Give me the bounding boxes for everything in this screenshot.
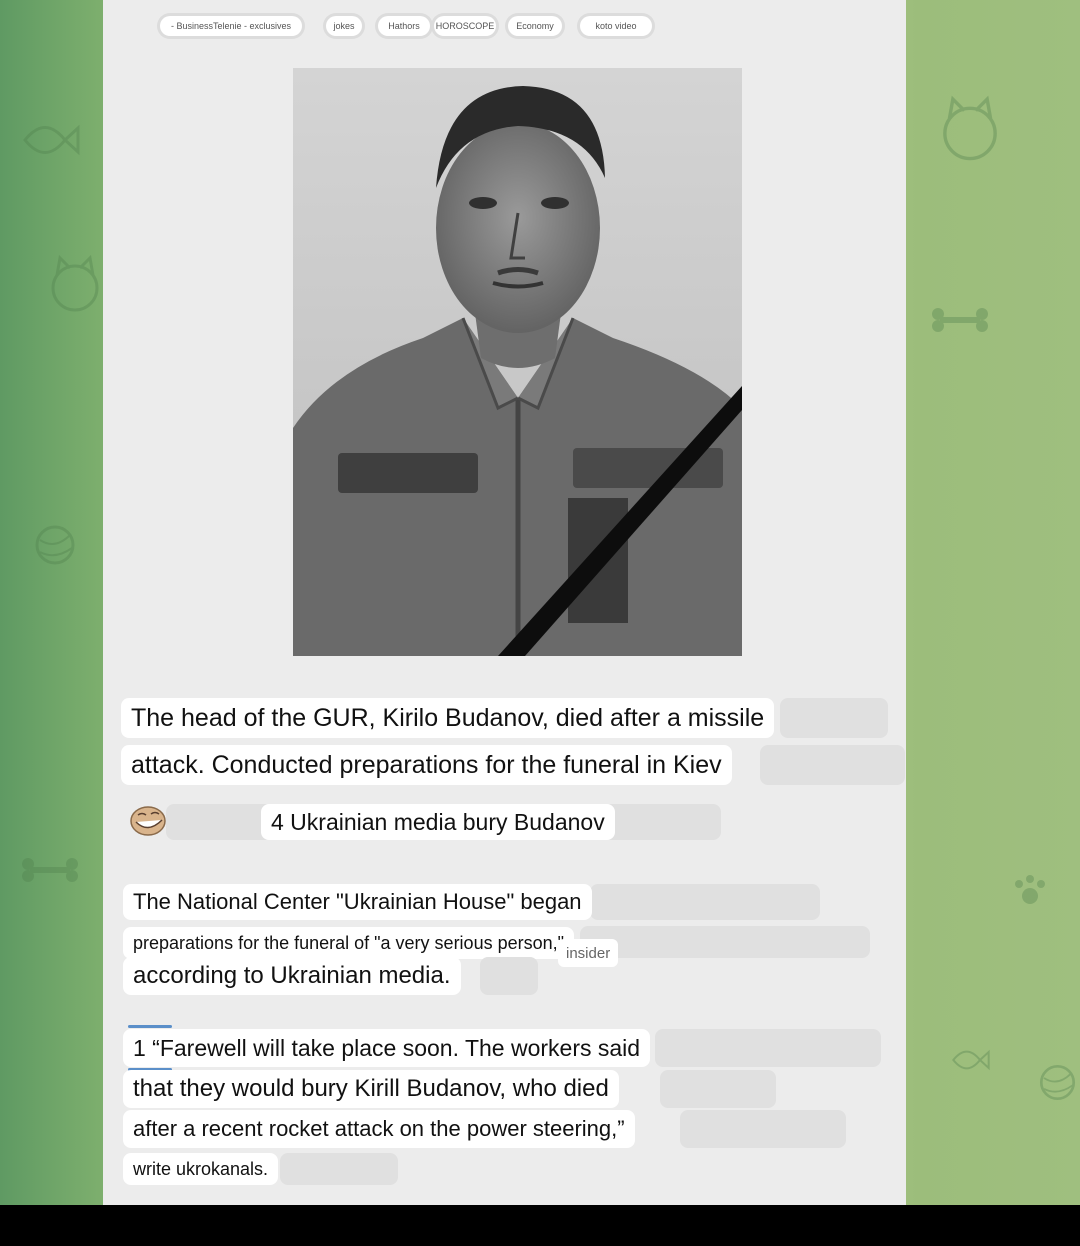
paragraph-1-line-3: according to Ukrainian media. bbox=[123, 957, 461, 995]
yarn-doodle-icon bbox=[1039, 1064, 1076, 1101]
bubble-shadow bbox=[655, 1029, 881, 1067]
fish-doodle-icon bbox=[952, 1049, 990, 1071]
headline-line-2: attack. Conducted preparations for the f… bbox=[121, 745, 732, 785]
yarn-doodle-icon bbox=[35, 525, 75, 565]
headline-line-1: The head of the GUR, Kirilo Budanov, die… bbox=[121, 698, 775, 738]
bubble-shadow bbox=[760, 745, 905, 785]
quote-line-4: write ukrokanals. bbox=[123, 1153, 279, 1185]
tab-hathors[interactable]: Hathors bbox=[378, 16, 430, 36]
paragraph-1-line-2: preparations for the funeral of "a very … bbox=[123, 927, 575, 959]
cat-doodle-icon bbox=[51, 254, 99, 312]
tab-jokes[interactable]: jokes bbox=[326, 16, 362, 36]
troll-face-icon bbox=[130, 806, 166, 836]
tab-businesstelenie[interactable]: - BusinessTelenie - exclusives bbox=[160, 16, 302, 36]
quote-marker bbox=[128, 1025, 172, 1028]
channel-folder-tabs: - BusinessTelenie - exclusives jokes Hat… bbox=[130, 14, 670, 38]
bubble-shadow bbox=[590, 884, 820, 920]
bubble-shadow bbox=[480, 957, 538, 995]
paw-doodle-icon bbox=[1015, 875, 1045, 904]
bubble-shadow bbox=[660, 1070, 776, 1108]
portrait-image bbox=[293, 68, 742, 656]
bone-doodle-icon bbox=[932, 308, 988, 332]
cat-doodle-icon bbox=[943, 95, 997, 161]
tab-koto-video[interactable]: koto video bbox=[580, 16, 652, 36]
bubble-shadow bbox=[580, 926, 870, 958]
quote-line-2: that they would bury Kirill Budanov, who… bbox=[123, 1070, 619, 1108]
bubble-shadow bbox=[780, 698, 888, 738]
bottom-bar bbox=[0, 1205, 1080, 1246]
fish-doodle-icon bbox=[23, 124, 80, 156]
insider-tag: insider bbox=[558, 939, 619, 967]
bubble-shadow bbox=[280, 1153, 398, 1185]
tab-economy[interactable]: Economy bbox=[508, 16, 562, 36]
post-photo[interactable] bbox=[293, 68, 742, 656]
media-caption: 4 Ukrainian media bury Budanov bbox=[261, 804, 615, 840]
quote-line-1: 1 “Farewell will take place soon. The wo… bbox=[123, 1029, 651, 1067]
paragraph-1-line-1: The National Center "Ukrainian House" be… bbox=[123, 884, 592, 920]
bubble-shadow bbox=[680, 1110, 846, 1148]
bone-doodle-icon bbox=[22, 858, 78, 882]
tab-horoscope[interactable]: HOROSCOPE bbox=[434, 16, 496, 36]
quote-line-3: after a recent rocket attack on the powe… bbox=[123, 1110, 635, 1148]
